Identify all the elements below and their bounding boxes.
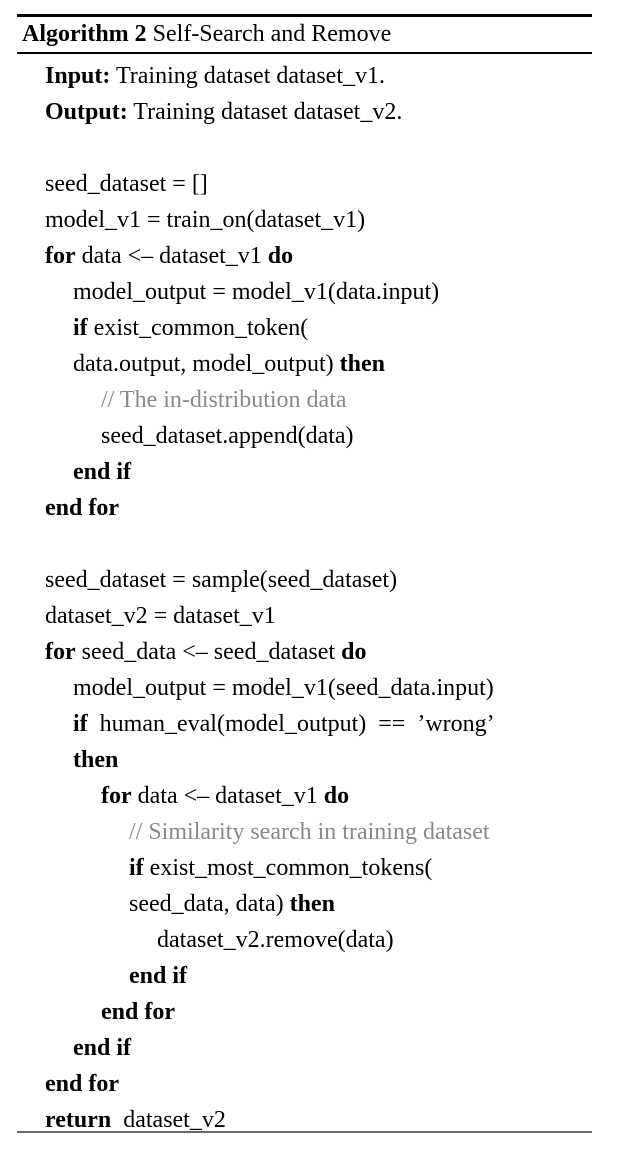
code-keyword: if — [129, 855, 144, 881]
output-value: Training dataset dataset_v2. — [127, 99, 403, 125]
input-value: Training dataset dataset_v1. — [110, 63, 386, 89]
code-keyword: if — [73, 315, 88, 341]
io-line-output: Output: Training dataset dataset_v2. — [0, 94, 626, 130]
code-text: model_v1 = train_on(dataset_v1) — [45, 207, 366, 233]
code-keyword: end if — [73, 459, 132, 485]
code-keyword: if — [73, 711, 88, 737]
code-keyword: for — [45, 243, 76, 269]
code-line: data.output, model_output) then — [0, 346, 626, 382]
code-text: dataset_v2 — [111, 1107, 226, 1133]
code-text: seed_data, data) — [129, 891, 290, 917]
io-line-input: Input: Training dataset dataset_v1. — [0, 58, 626, 94]
code-line: seed_dataset = [] — [0, 166, 626, 202]
code-text: dataset_v2 = dataset_v1 — [45, 603, 276, 629]
code-text: data.output, model_output) — [73, 351, 340, 377]
code-text: seed_dataset = [] — [45, 171, 208, 197]
code-line: end if — [0, 1030, 626, 1066]
code-text: model_output = model_v1(data.input) — [73, 279, 440, 305]
code-text: seed_data <– seed_dataset — [75, 639, 342, 665]
title-underline-rule — [17, 52, 592, 54]
code-line: end for — [0, 1066, 626, 1102]
code-line: end for — [0, 490, 626, 526]
code-keyword: end if — [129, 963, 188, 989]
code-keyword: then — [339, 351, 385, 377]
output-label: Output: — [45, 99, 128, 125]
code-line: model_output = model_v1(data.input) — [0, 274, 626, 310]
code-text: data <– dataset_v1 — [75, 243, 268, 269]
code-line: if exist_most_common_tokens( — [0, 850, 626, 886]
code-line: dataset_v2.remove(data) — [0, 922, 626, 958]
code-keyword: do — [323, 783, 350, 809]
code-comment: // Similarity search in training dataset — [129, 819, 490, 845]
code-text: seed_dataset = sample(seed_dataset) — [45, 567, 398, 593]
algorithm-name-label: Self-Search and Remove — [152, 21, 392, 47]
code-keyword: end for — [45, 495, 119, 521]
code-text: exist_most_common_tokens( — [143, 855, 433, 881]
code-line: end if — [0, 958, 626, 994]
code-line: model_output = model_v1(seed_data.input) — [0, 670, 626, 706]
algorithm-body: Input: Training dataset dataset_v1. Outp… — [0, 58, 626, 1138]
code-keyword: then — [289, 891, 335, 917]
code-comment: // The in-distribution data — [101, 387, 347, 413]
code-keyword: for — [101, 783, 132, 809]
code-keyword: end for — [45, 1071, 119, 1097]
code-keyword: then — [73, 747, 119, 773]
code-line: end for — [0, 994, 626, 1030]
algorithm-block: Algorithm 2 Self-Search and Remove Input… — [0, 0, 626, 1150]
code-line: for seed_data <– seed_dataset do — [0, 634, 626, 670]
code-line: model_v1 = train_on(dataset_v1) — [0, 202, 626, 238]
bottom-rule — [17, 1131, 592, 1133]
input-label: Input: — [45, 63, 111, 89]
code-keyword: for — [45, 639, 76, 665]
pseudocode-lines: seed_dataset = [] model_v1 = train_on(dat… — [0, 130, 626, 1138]
top-rule — [17, 14, 592, 17]
code-text: dataset_v2.remove(data) — [157, 927, 394, 953]
code-text: model_output = model_v1(seed_data.input) — [73, 675, 494, 701]
code-line: then — [0, 742, 626, 778]
code-line: seed_dataset.append(data) — [0, 418, 626, 454]
code-line: if human_eval(model_output) == ’wrong’ — [0, 706, 626, 742]
code-line: // The in-distribution data — [0, 382, 626, 418]
code-text: data <– dataset_v1 — [131, 783, 324, 809]
algorithm-number-label: Algorithm 2 — [22, 21, 147, 47]
code-keyword: do — [341, 639, 367, 665]
code-line: seed_data, data) then — [0, 886, 626, 922]
code-line: seed_dataset = sample(seed_dataset) — [0, 562, 626, 598]
code-line: for data <– dataset_v1 do — [0, 238, 626, 274]
code-line: // Similarity search in training dataset — [0, 814, 626, 850]
code-line: dataset_v2 = dataset_v1 — [0, 598, 626, 634]
code-keyword: end for — [101, 999, 175, 1025]
code-keyword: return — [45, 1107, 112, 1133]
code-line: for data <– dataset_v1 do — [0, 778, 626, 814]
algorithm-title: Algorithm 2 Self-Search and Remove — [22, 18, 391, 51]
code-line: if exist_common_token( — [0, 310, 626, 346]
code-text: human_eval(model_output) == ’wrong’ — [87, 711, 495, 737]
code-text: exist_common_token( — [87, 315, 309, 341]
code-keyword: end if — [73, 1035, 132, 1061]
code-keyword: do — [267, 243, 294, 269]
code-line: end if — [0, 454, 626, 490]
code-text: seed_dataset.append(data) — [101, 423, 354, 449]
